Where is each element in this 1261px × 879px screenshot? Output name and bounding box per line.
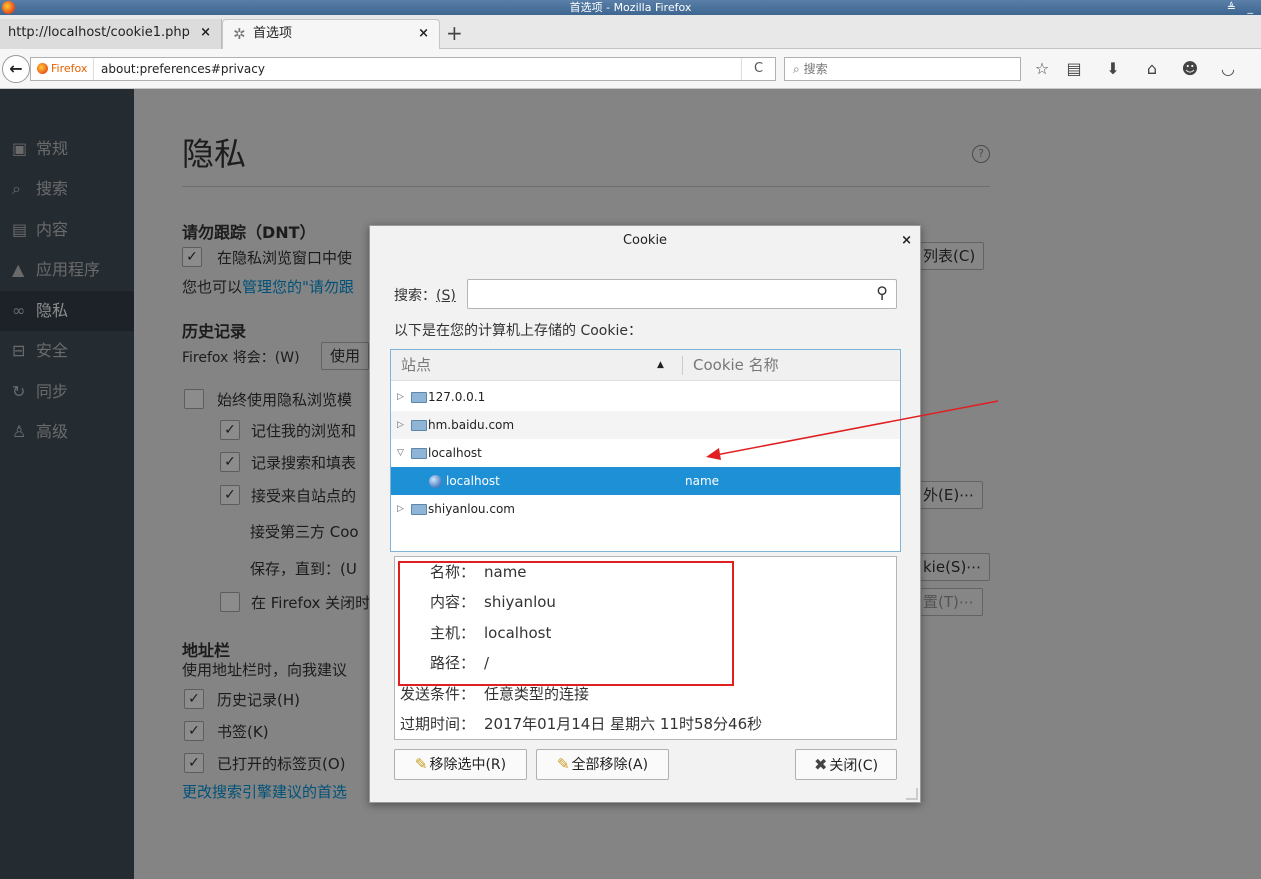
annotation-arrow bbox=[706, 400, 999, 460]
annotation-arrow-head bbox=[706, 448, 721, 460]
annotation-arrow-line bbox=[715, 400, 999, 456]
